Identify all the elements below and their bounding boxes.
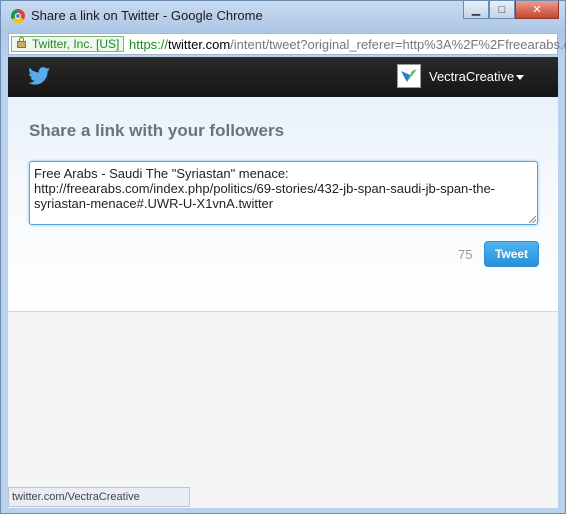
chrome-logo-icon	[11, 9, 25, 23]
maximize-button[interactable]: □	[489, 1, 515, 19]
lock-icon	[17, 37, 26, 48]
address-bar[interactable]: Twitter, Inc. [US] https://twitter.com/i…	[8, 33, 566, 55]
url-path: /intent/tweet?original_referer=http%3A%2…	[230, 37, 566, 52]
empty-page-area	[8, 312, 558, 508]
avatar[interactable]	[397, 64, 421, 88]
url-host: twitter.com	[168, 37, 231, 52]
twitter-header: VectraCreative	[8, 57, 558, 97]
url-scheme: https://	[129, 37, 169, 52]
tweet-textarea[interactable]: Free Arabs - Saudi The "Syriastan" menac…	[29, 161, 538, 225]
character-counter: 75	[458, 247, 473, 262]
vectra-logo-icon	[401, 69, 417, 82]
share-panel: Share a link with your followers Free Ar…	[8, 97, 558, 312]
window-controls: ▁ □ ✕	[463, 1, 559, 19]
ev-label: Twitter, Inc. [US]	[32, 37, 120, 51]
url-text[interactable]: https://twitter.com/intent/tweet?origina…	[129, 37, 566, 52]
tweet-button[interactable]: Tweet	[484, 241, 539, 267]
page-title: Share a link with your followers	[29, 121, 285, 140]
username-menu[interactable]: VectraCreative	[429, 69, 514, 84]
browser-window: Share a link on Twitter - Google Chrome …	[0, 0, 566, 514]
window-title: Share a link on Twitter - Google Chrome	[31, 8, 263, 23]
twitter-bird-icon[interactable]	[28, 67, 50, 85]
status-bar-link: twitter.com/VectraCreative	[8, 487, 190, 507]
close-button[interactable]: ✕	[515, 1, 559, 19]
caret-down-icon[interactable]	[516, 75, 524, 80]
title-bar[interactable]: Share a link on Twitter - Google Chrome …	[1, 1, 565, 31]
minimize-button[interactable]: ▁	[463, 1, 489, 19]
ev-certificate-badge[interactable]: Twitter, Inc. [US]	[11, 36, 125, 52]
resize-grip-icon[interactable]	[529, 216, 536, 223]
